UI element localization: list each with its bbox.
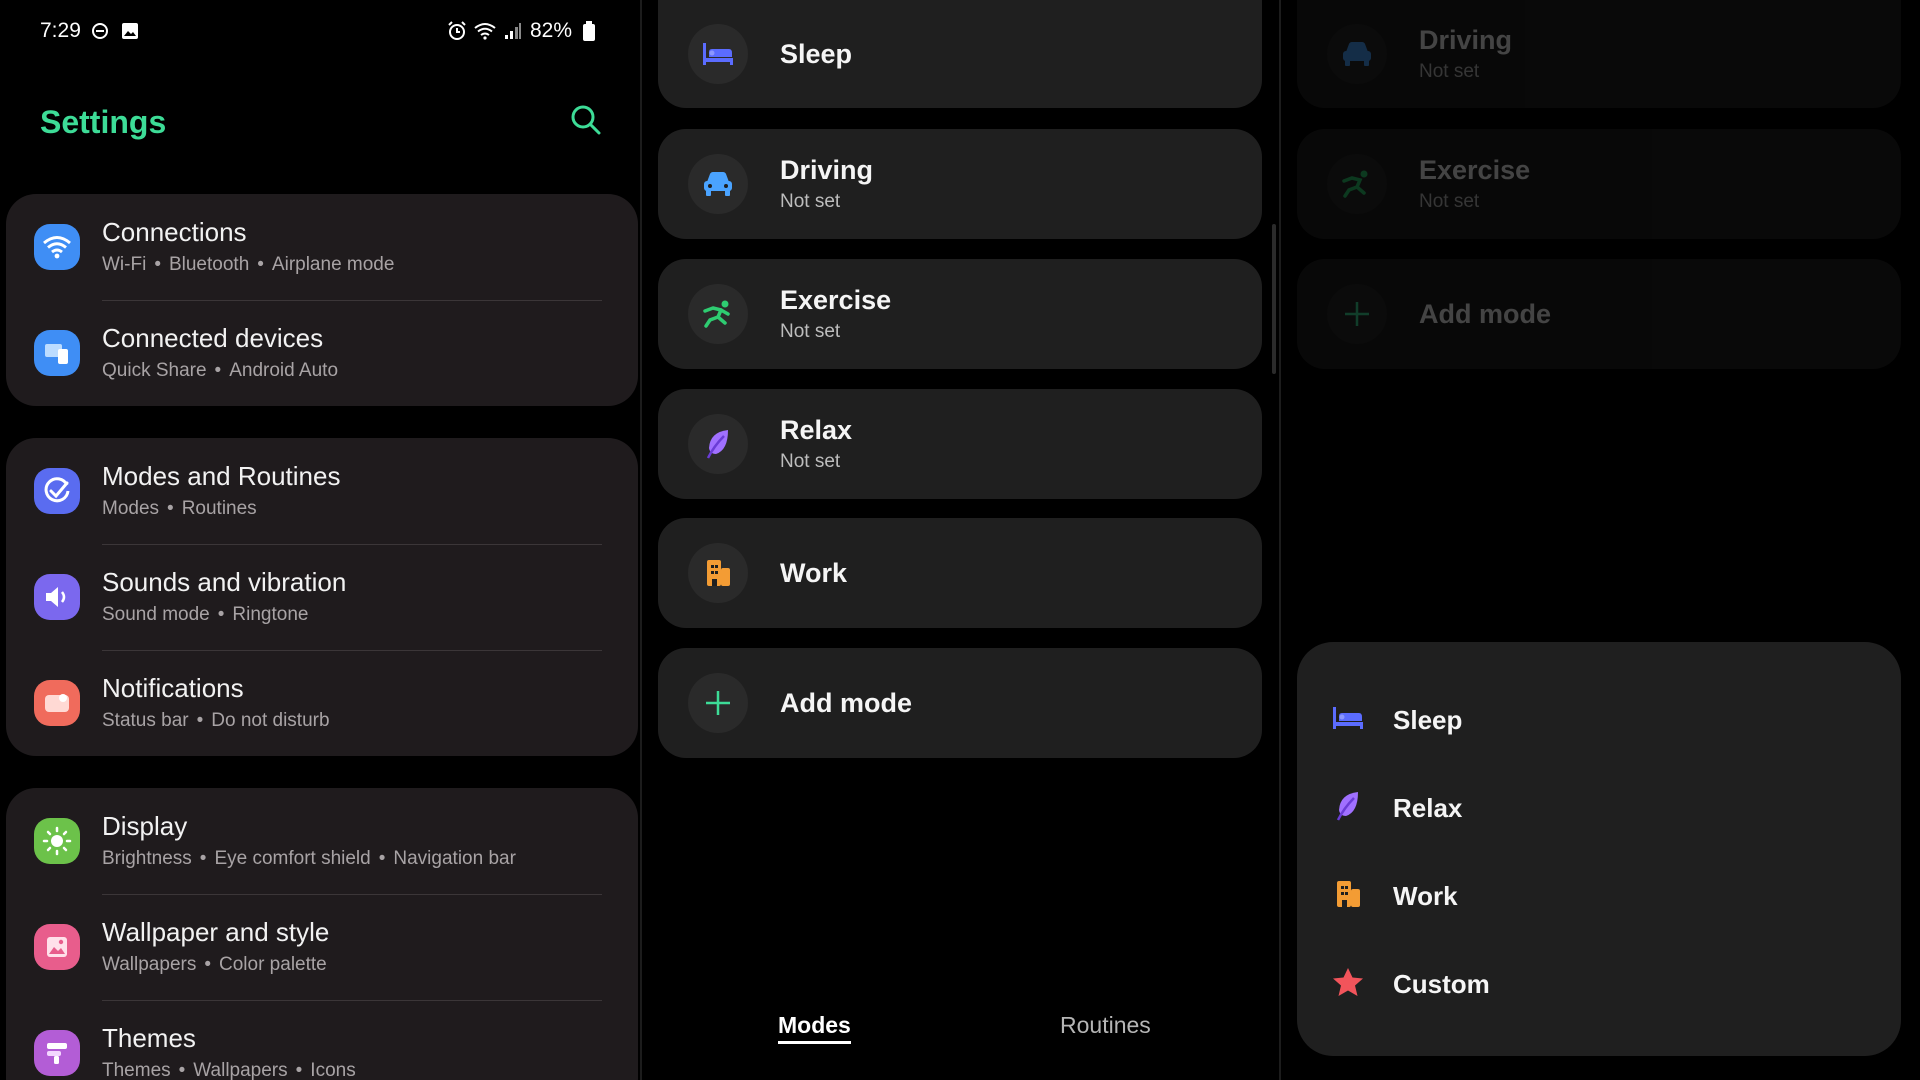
search-icon: [571, 105, 601, 135]
mode-card-exercise-dimmed: Exercise Not set: [1297, 129, 1901, 239]
mode-card-driving-dimmed: Driving Not set: [1297, 0, 1901, 108]
dnd-icon: [89, 20, 111, 42]
settings-item-wallpaper[interactable]: Wallpaper and style Wallpapers • Color pal…: [6, 894, 638, 1000]
sheet-item-label: Sleep: [1393, 704, 1463, 735]
image-icon: [34, 924, 80, 970]
settings-group-connections: Connections Wi-Fi • Bluetooth • Airplane mod…: [6, 194, 638, 406]
mode-title: Relax: [780, 415, 853, 445]
sheet-item-label: Custom: [1393, 968, 1490, 999]
plus-icon: [688, 673, 748, 733]
building-icon: [688, 543, 748, 603]
scrollbar[interactable]: [1272, 224, 1276, 374]
settings-item-title: Themes: [102, 1023, 196, 1053]
status-bar: 7:29 82%: [40, 18, 600, 44]
devices-icon: [34, 330, 80, 376]
sheet-item-custom[interactable]: Custom: [1297, 940, 1901, 1028]
mode-title: Work: [780, 558, 848, 588]
car-icon: [688, 154, 748, 214]
mode-subtitle: Not set: [1419, 61, 1480, 82]
check-circle-icon: [34, 468, 80, 514]
building-icon: [1331, 879, 1365, 914]
settings-item-title: Sounds and vibration: [102, 567, 347, 597]
mode-subtitle: Not set: [780, 321, 841, 342]
add-mode-dimmed: Add mode: [1297, 259, 1901, 369]
mode-card-work[interactable]: Work: [658, 518, 1262, 628]
sheet-item-label: Relax: [1393, 792, 1463, 823]
bed-icon: [688, 24, 748, 84]
settings-item-title: Display: [102, 811, 188, 841]
settings-item-display[interactable]: Display Brightness • Eye comfort shield • Na…: [6, 788, 638, 894]
page-title: Settings: [40, 104, 167, 140]
car-icon: [1327, 24, 1387, 84]
mode-title: Driving: [780, 155, 874, 185]
settings-item-connections[interactable]: Connections Wi-Fi • Bluetooth • Airplane mod…: [6, 194, 638, 300]
mode-title: Add mode: [780, 688, 912, 718]
mode-card-driving[interactable]: Driving Not set: [658, 129, 1262, 239]
settings-item-title: Wallpaper and style: [102, 917, 330, 947]
mode-card-exercise[interactable]: Exercise Not set: [658, 259, 1262, 369]
settings-item-subtitle: Brightness • Eye comfort shield • Navigation…: [102, 848, 516, 869]
modes-panel: Sleep Driving Not set Exercise Not set R…: [642, 0, 1278, 1080]
settings-item-subtitle: Modes • Routines: [102, 498, 257, 519]
theme-icon: [34, 1030, 80, 1076]
speaker-icon: [34, 574, 80, 620]
leaf-icon: [1331, 790, 1365, 827]
add-mode-button[interactable]: Add mode: [658, 648, 1262, 758]
running-icon: [688, 284, 748, 344]
sun-icon: [34, 818, 80, 864]
mode-card-sleep[interactable]: Sleep: [658, 0, 1262, 108]
plus-icon: [1327, 284, 1387, 344]
tab-routines[interactable]: Routines: [1060, 1012, 1151, 1039]
sheet-item-sleep[interactable]: Sleep: [1297, 676, 1901, 764]
mode-subtitle: Not set: [780, 451, 841, 472]
running-icon: [1327, 154, 1387, 214]
search-button[interactable]: [568, 102, 604, 138]
settings-item-title: Connections: [102, 217, 247, 247]
alarm-icon: [446, 20, 468, 42]
tab-modes[interactable]: Modes: [778, 1012, 851, 1044]
add-mode-sheet: Sleep Relax Work Custom: [1297, 642, 1901, 1056]
mode-card-relax[interactable]: Relax Not set: [658, 389, 1262, 499]
settings-item-title: Notifications: [102, 673, 244, 703]
signal-icon: [502, 20, 524, 42]
settings-item-connected-devices[interactable]: Connected devices Quick Share • Android Au…: [6, 300, 638, 406]
wifi-icon: [34, 224, 80, 270]
settings-item-subtitle: Quick Share • Android Auto: [102, 360, 339, 381]
battery-icon: [578, 20, 600, 42]
notification-icon: [34, 680, 80, 726]
mode-title: Driving: [1419, 25, 1513, 55]
settings-group-modes: Modes and Routines Modes • Routines Sounds…: [6, 438, 638, 756]
gallery-icon: [119, 20, 141, 42]
settings-item-themes[interactable]: Themes Themes • Wallpapers • Icons: [6, 1000, 638, 1080]
mode-title: Add mode: [1419, 299, 1551, 329]
bed-icon: [1331, 703, 1365, 738]
settings-item-title: Modes and Routines: [102, 461, 341, 491]
mode-subtitle: Not set: [1419, 191, 1480, 212]
settings-panel: 7:29 82% Settings Connections Wi-Fi • Bl…: [0, 0, 640, 1080]
add-mode-panel: Driving Not set Exercise Not set Add mod…: [1281, 0, 1917, 1080]
sheet-item-work[interactable]: Work: [1297, 852, 1901, 940]
wifi-status-icon: [474, 20, 496, 42]
settings-item-subtitle: Wi-Fi • Bluetooth • Airplane mode: [102, 254, 395, 275]
mode-title: Exercise: [1419, 155, 1531, 185]
sheet-item-label: Work: [1393, 880, 1458, 911]
mode-title: Sleep: [780, 39, 853, 69]
settings-item-subtitle: Sound mode • Ringtone: [102, 604, 309, 625]
settings-item-modes-routines[interactable]: Modes and Routines Modes • Routines: [6, 438, 638, 544]
mode-subtitle: Not set: [780, 191, 841, 212]
sheet-item-relax[interactable]: Relax: [1297, 764, 1901, 852]
settings-item-sounds[interactable]: Sounds and vibration Sound mode • Ringtone: [6, 544, 638, 650]
settings-item-subtitle: Wallpapers • Color palette: [102, 954, 327, 975]
leaf-icon: [688, 414, 748, 474]
settings-item-subtitle: Themes • Wallpapers • Icons: [102, 1060, 356, 1080]
mode-title: Exercise: [780, 285, 892, 315]
star-icon: [1331, 966, 1365, 1003]
settings-item-title: Connected devices: [102, 323, 324, 353]
status-time: 7:29: [40, 19, 81, 42]
settings-group-display: Display Brightness • Eye comfort shield • Na…: [6, 788, 638, 1080]
modes-routines-tabs: Modes Routines: [642, 1012, 1278, 1052]
battery-percent: 82%: [529, 19, 572, 42]
settings-item-notifications[interactable]: Notifications Status bar • Do not disturb: [6, 650, 638, 756]
settings-item-subtitle: Status bar • Do not disturb: [102, 710, 330, 731]
